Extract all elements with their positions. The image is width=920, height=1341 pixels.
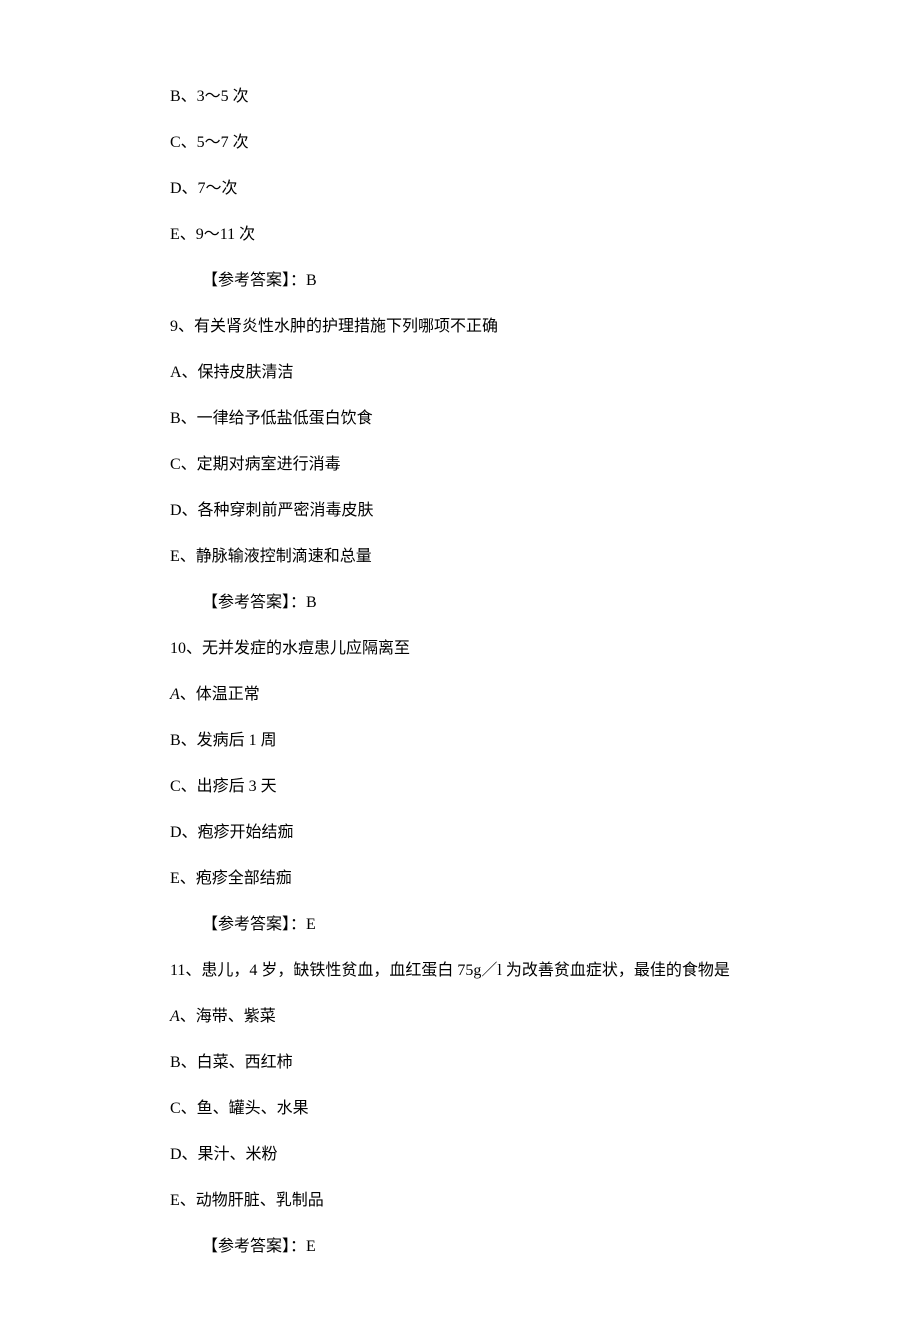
q11-option-c: C、鱼、罐头、水果: [170, 1097, 750, 1121]
q11-option-a-letter: A: [170, 1008, 180, 1025]
q8-option-b: B、3～5 次: [170, 85, 750, 109]
q10-option-a-text: 、体温正常: [180, 686, 260, 703]
q11-option-a: A、海带、紫菜: [170, 1005, 750, 1029]
q11-answer: 【参考答案】：E: [170, 1235, 750, 1259]
q8-option-d: D、7～次: [170, 177, 750, 201]
q9-option-c: C、定期对病室进行消毒: [170, 453, 750, 477]
q9-option-d: D、各种穿刺前严密消毒皮肤: [170, 499, 750, 523]
q11-stem: 11、患儿，4 岁，缺铁性贫血，血红蛋白 75g／l 为改善贫血症状，最佳的食物…: [170, 959, 750, 983]
document-page: B、3～5 次 C、5～7 次 D、7～次 E、9～11 次 【参考答案】：B …: [0, 0, 920, 1341]
q10-option-e: E、疱疹全部结痂: [170, 867, 750, 891]
q10-stem: 10、无并发症的水痘患儿应隔离至: [170, 637, 750, 661]
q11-option-a-text: 、海带、紫菜: [180, 1008, 276, 1025]
q9-answer: 【参考答案】：B: [170, 591, 750, 615]
q11-option-e: E、动物肝脏、乳制品: [170, 1189, 750, 1213]
q10-option-a-letter: A: [170, 686, 180, 703]
q11-option-d: D、果汁、米粉: [170, 1143, 750, 1167]
q9-stem: 9、有关肾炎性水肿的护理措施下列哪项不正确: [170, 315, 750, 339]
q9-option-b: B、一律给予低盐低蛋白饮食: [170, 407, 750, 431]
q10-option-d: D、疱疹开始结痂: [170, 821, 750, 845]
q10-option-c: C、出疹后 3 天: [170, 775, 750, 799]
q9-option-e: E、静脉输液控制滴速和总量: [170, 545, 750, 569]
q8-answer: 【参考答案】：B: [170, 269, 750, 293]
q11-option-b: B、白菜、西红柿: [170, 1051, 750, 1075]
q10-option-a: A、体温正常: [170, 683, 750, 707]
q8-option-c: C、5～7 次: [170, 131, 750, 155]
q8-option-e: E、9～11 次: [170, 223, 750, 247]
q10-answer: 【参考答案】：E: [170, 913, 750, 937]
q9-option-a: A、保持皮肤清洁: [170, 361, 750, 385]
q10-option-b: B、发病后 1 周: [170, 729, 750, 753]
